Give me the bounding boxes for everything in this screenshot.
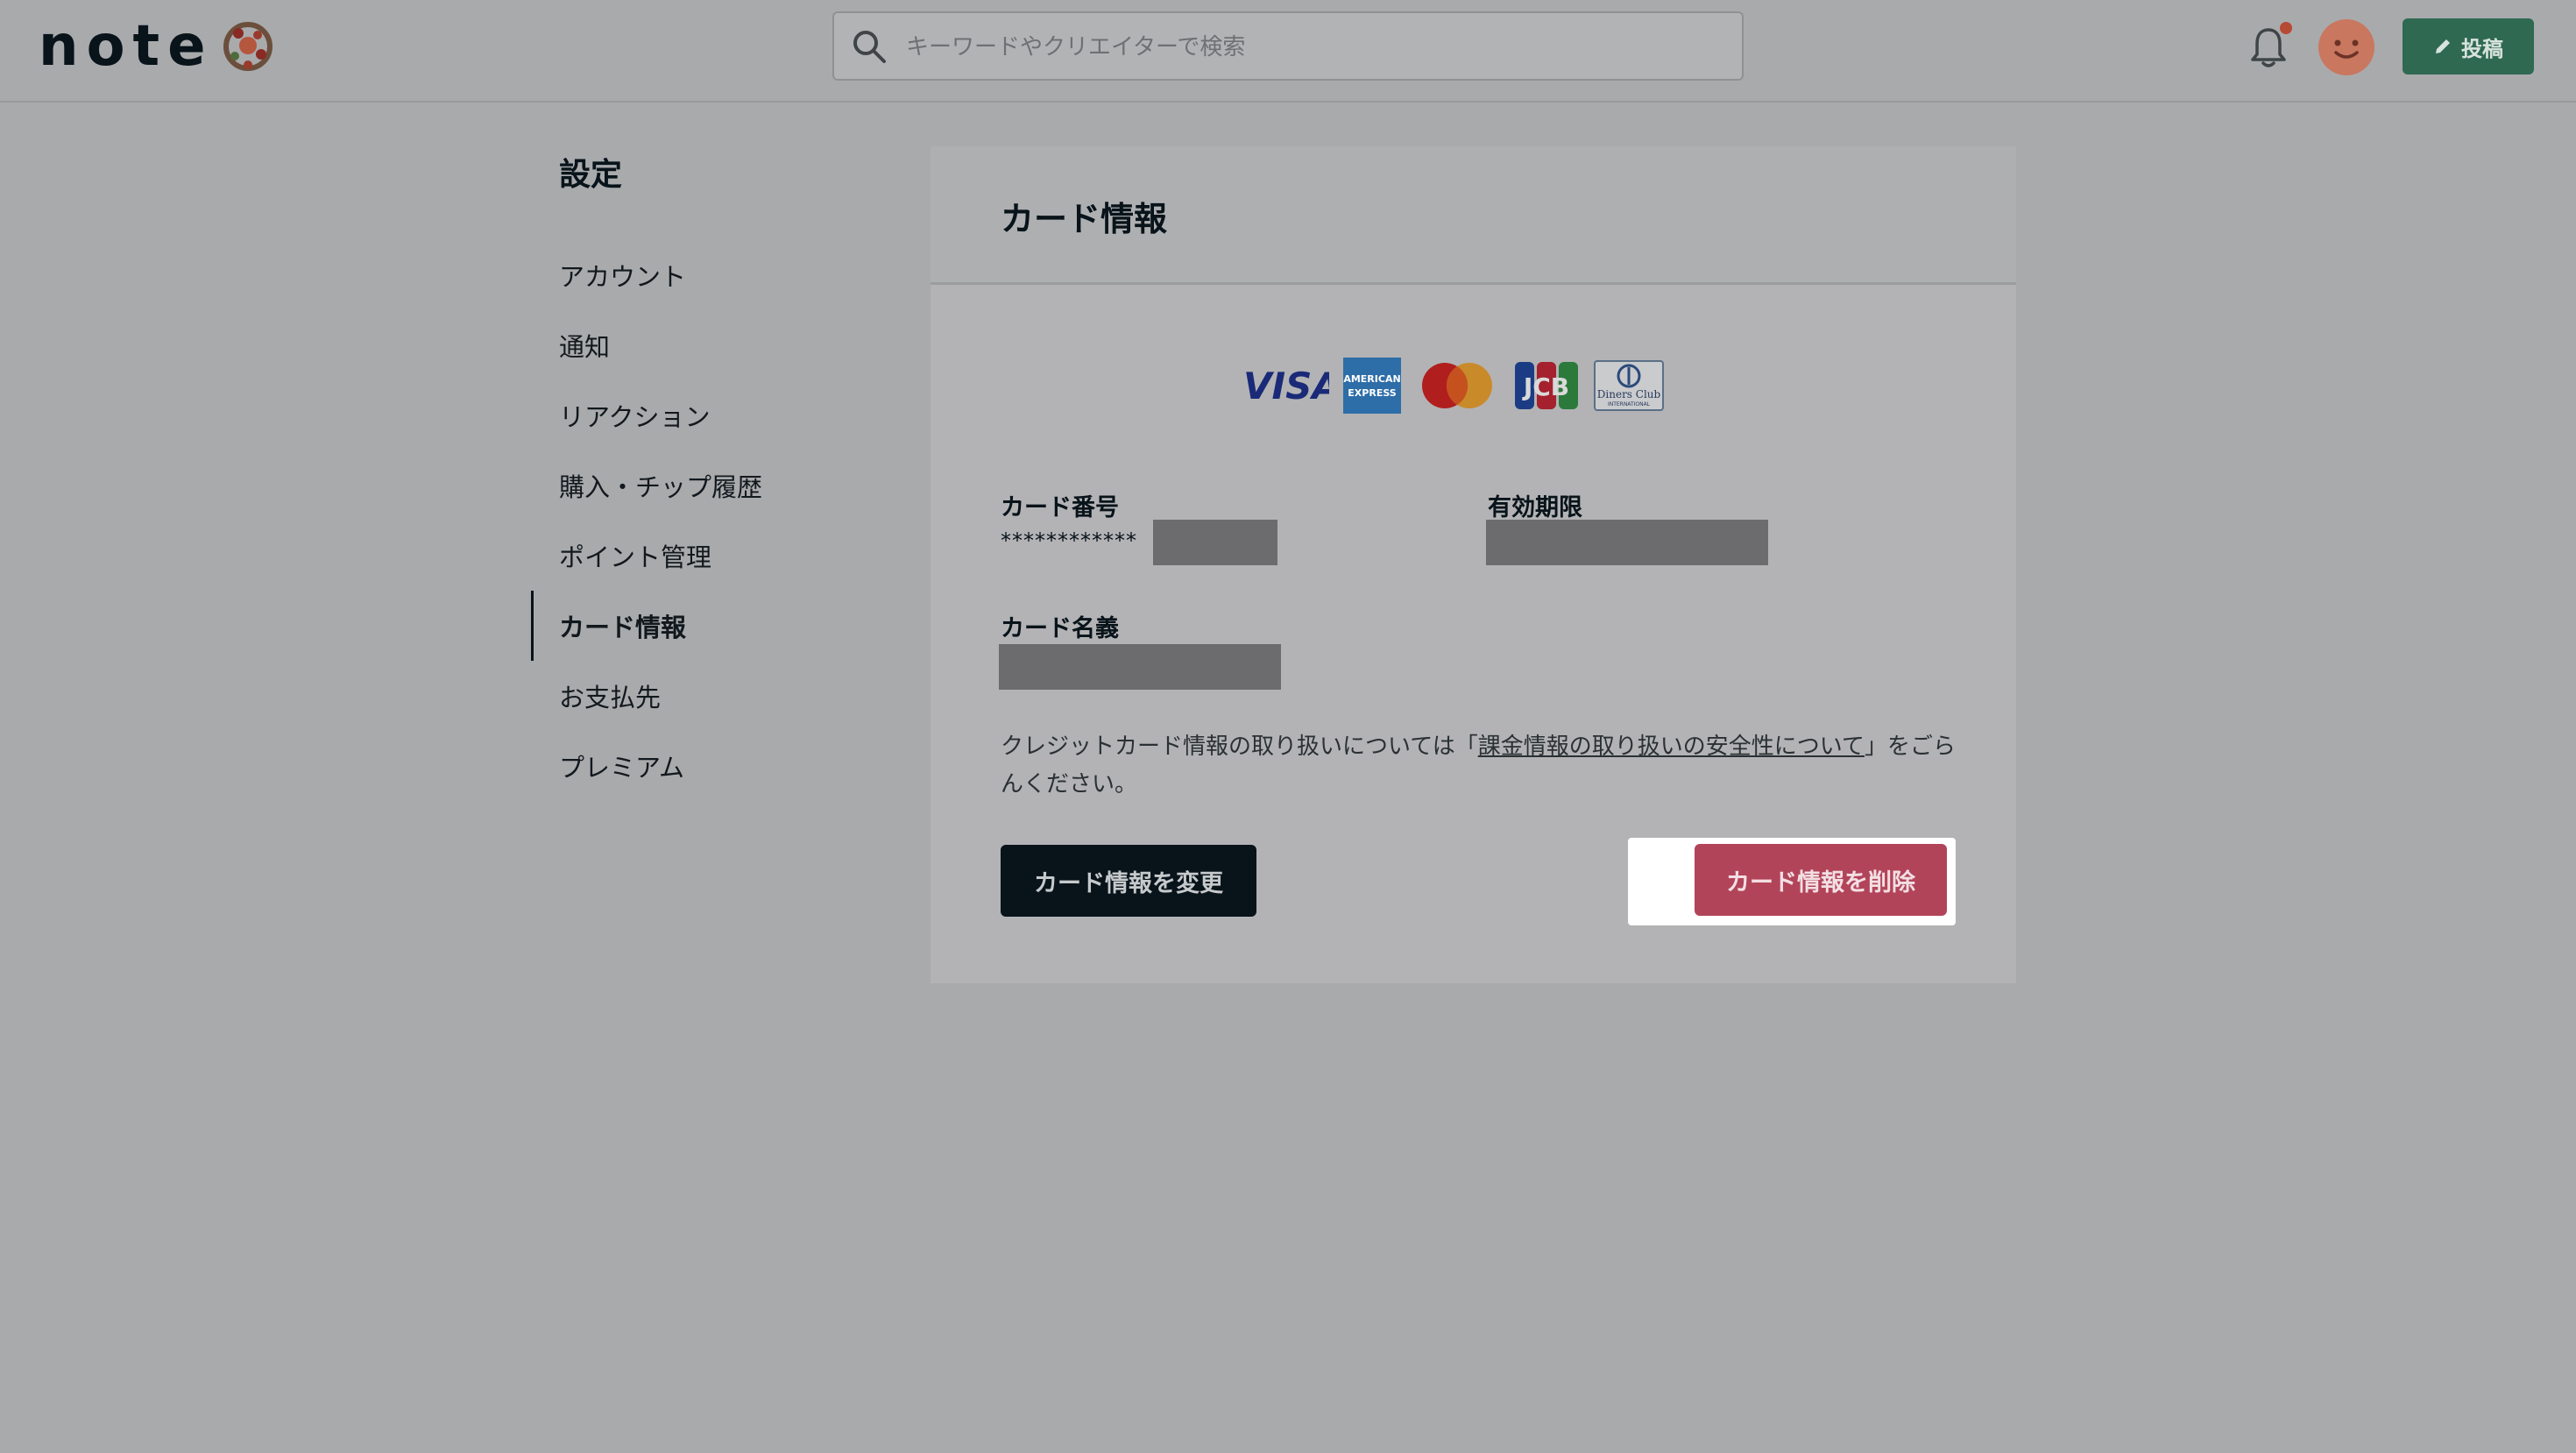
svg-text:VISA: VISA	[1243, 365, 1329, 408]
security-notice: クレジットカード情報の取り扱いについては「課金情報の取り扱いの安全性について」を…	[1001, 728, 1956, 804]
sidebar-item-premium[interactable]: プレミアム	[531, 731, 899, 801]
sidebar-item-label: お支払先	[559, 683, 662, 712]
card-number-redacted	[1153, 520, 1277, 565]
sidebar-item-label: 購入・チップ履歴	[559, 472, 763, 502]
diners-club-logo: Diners Club INTERNATIONAL	[1594, 360, 1664, 411]
sidebar-item-card-info[interactable]: カード情報	[531, 591, 899, 661]
jcb-logo: JCB	[1515, 362, 1578, 409]
sidebar-item-payout[interactable]: お支払先	[531, 661, 899, 731]
settings-nav: アカウント 通知 リアクション 購入・チップ履歴 ポイント管理 カード情報 お支…	[531, 240, 899, 801]
amex-logo: AMERICAN EXPRESS	[1343, 358, 1401, 414]
card-number-label: カード番号	[1001, 494, 1119, 521]
svg-text:INTERNATIONAL: INTERNATIONAL	[1608, 401, 1651, 408]
sidebar-item-label: プレミアム	[559, 753, 684, 783]
card-holder-redacted	[999, 644, 1281, 690]
post-button[interactable]: 投稿	[2403, 18, 2534, 74]
search-input[interactable]	[904, 13, 1731, 81]
sidebar-item-label: アカウント	[559, 262, 687, 292]
sidebar-item-notifications[interactable]: 通知	[531, 310, 899, 380]
security-policy-link[interactable]: 課金情報の取り扱いの安全性について	[1478, 734, 1865, 760]
note-logo[interactable]: note	[39, 18, 275, 75]
sidebar-item-reactions[interactable]: リアクション	[531, 380, 899, 450]
panel-title: カード情報	[1001, 200, 1168, 238]
sidebar-item-points[interactable]: ポイント管理	[531, 521, 899, 591]
settings-title: 設定	[559, 157, 623, 193]
sidebar-item-label: 通知	[559, 332, 611, 362]
svg-text:AMERICAN: AMERICAN	[1343, 373, 1400, 385]
svg-text:Diners Club: Diners Club	[1597, 388, 1661, 400]
smiley-face-icon	[2334, 39, 2359, 59]
card-holder-label: カード名義	[1001, 615, 1119, 642]
notice-text-before: クレジットカード情報の取り扱いについては「	[1001, 734, 1478, 760]
search-box[interactable]	[832, 11, 1744, 81]
logo-text: note	[39, 14, 214, 79]
user-avatar[interactable]	[2318, 19, 2374, 75]
expiry-label: 有効期限	[1488, 494, 1582, 521]
svg-text:EXPRESS: EXPRESS	[1348, 387, 1396, 399]
sidebar-item-purchase-history[interactable]: 購入・チップ履歴	[531, 450, 899, 521]
delete-card-button[interactable]: カード情報を削除	[1695, 844, 1947, 916]
sidebar-item-label: ポイント管理	[559, 542, 712, 572]
notification-dot	[2280, 22, 2292, 34]
card-brand-logos: VISA AMERICAN EXPRESS JCB Diners Club IN…	[1242, 357, 1678, 415]
change-card-button[interactable]: カード情報を変更	[1001, 845, 1256, 917]
sidebar-item-label: リアクション	[559, 402, 711, 432]
card-number-masked: ************	[1001, 528, 1137, 553]
sidebar-item-label: カード情報	[559, 613, 687, 642]
svg-text:JCB: JCB	[1522, 372, 1569, 401]
mastercard-logo	[1422, 363, 1492, 408]
visa-logo: VISA	[1243, 365, 1329, 408]
search-icon	[853, 31, 886, 63]
pencil-icon	[2436, 39, 2450, 53]
expiry-redacted	[1486, 520, 1768, 565]
logo-wreath-icon	[223, 22, 272, 71]
post-button-label: 投稿	[2461, 36, 2503, 61]
top-header: note 投稿	[0, 0, 2576, 103]
sidebar-item-account[interactable]: アカウント	[531, 240, 899, 310]
